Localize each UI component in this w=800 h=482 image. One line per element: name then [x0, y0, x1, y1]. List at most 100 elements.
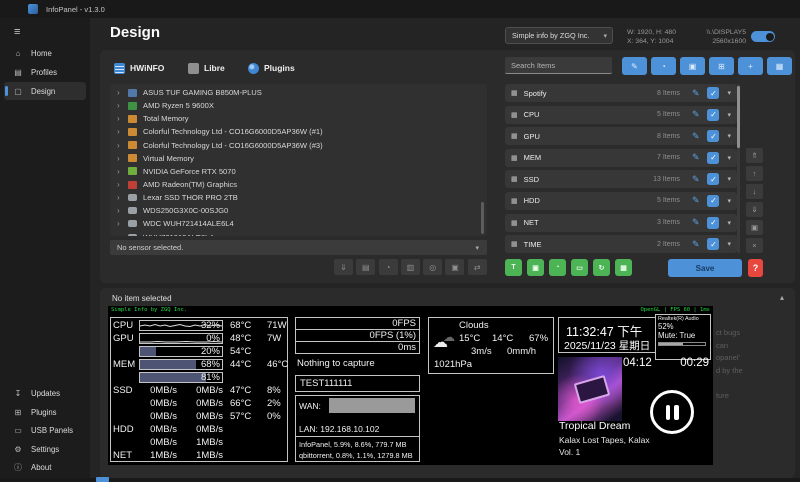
sidebar-item-settings[interactable]: ⚙ Settings [4, 440, 86, 458]
expander-icon[interactable]: › [117, 193, 126, 202]
edit-icon[interactable]: ✎ [692, 195, 700, 206]
group-row-time[interactable]: ▦ TIME 2 Items ✎ ✓ ▾ [505, 235, 737, 253]
search-input[interactable] [505, 57, 612, 74]
group-row-gpu[interactable]: ▦ GPU 8 Items ✎ ✓ ▾ [505, 127, 737, 145]
tree-item-ram2[interactable]: › Colorful Technology Ltd - CO16G6000D5A… [110, 139, 487, 152]
edit-icon[interactable]: ✎ [692, 174, 700, 185]
sidebar-item-plugins[interactable]: ⊞ Plugins [4, 403, 86, 421]
delete-button[interactable]: × [746, 238, 763, 253]
add-table-button[interactable]: ▦ [615, 259, 632, 276]
tree-item-ssd1[interactable]: › Lexar SSD THOR PRO 2TB [110, 191, 487, 204]
edit-icon[interactable]: ✎ [692, 109, 700, 120]
group-checkbox[interactable]: ✓ [707, 238, 719, 250]
add-gauge-button[interactable]: ↻ [593, 259, 610, 276]
expander-icon[interactable]: › [117, 127, 126, 136]
group-row-ssd[interactable]: ▦ SSD 13 Items ✎ ✓ ▾ [505, 170, 737, 188]
tree-item-motherboard[interactable]: › ASUS TUF GAMING B850M-PLUS [110, 86, 487, 99]
history-button[interactable]: ◔ [651, 57, 676, 75]
tab-libre[interactable]: Libre [188, 60, 225, 76]
tree-item-virtual-memory[interactable]: › Virtual Memory [110, 152, 487, 165]
sidebar-item-about[interactable]: ⓘ About [4, 458, 86, 476]
expander-icon[interactable]: › [117, 206, 126, 215]
sidebar-item-design[interactable]: ▢ Design [4, 82, 86, 100]
tree-item-amd-gpu[interactable]: › AMD Radeon(TM) Graphics [110, 178, 487, 191]
chevron-down-icon[interactable]: ▾ [727, 219, 731, 227]
image-button[interactable]: ▣ [680, 57, 705, 75]
move-up-button[interactable]: ↑ [746, 166, 763, 181]
chevron-down-icon[interactable]: ▾ [727, 240, 731, 248]
sidebar-item-profiles[interactable]: ▤ Profiles [4, 63, 86, 81]
compare-button[interactable]: ⇄ [468, 259, 487, 275]
duplicate-button[interactable]: ▣ [746, 220, 763, 235]
group-checkbox[interactable]: ✓ [707, 173, 719, 185]
expander-icon[interactable]: › [117, 88, 126, 97]
add-image-button[interactable]: ▣ [527, 259, 544, 276]
chevron-down-icon[interactable]: ▾ [727, 175, 731, 183]
tree-scrollbar[interactable] [481, 202, 484, 234]
file-button[interactable]: ▤ [356, 259, 375, 275]
chevron-down-icon[interactable]: ▾ [727, 89, 731, 97]
group-row-hdd[interactable]: ▦ HDD 5 Items ✎ ✓ ▾ [505, 192, 737, 210]
expander-icon[interactable]: › [117, 167, 126, 176]
chevron-down-icon[interactable]: ▾ [727, 197, 731, 205]
sidebar-item-updates[interactable]: ↧ Updates [4, 384, 86, 402]
expander-icon[interactable]: › [117, 233, 126, 236]
tree-item-ssd2[interactable]: › WDS250G3X0C-00SJG0 [110, 204, 487, 217]
chevron-down-icon[interactable]: ▾ [727, 154, 731, 162]
tree-item-nvidia-gpu[interactable]: › NVIDIA GeForce RTX 5070 [110, 165, 487, 178]
add-group-button[interactable]: ⊞ [709, 57, 734, 75]
menu-icon[interactable]: ≡ [14, 26, 20, 38]
image-button[interactable]: ▣ [445, 259, 464, 275]
tab-plugins[interactable]: Plugins [248, 60, 295, 76]
gauge-button[interactable]: ◎ [423, 259, 442, 275]
tree-item-total-memory[interactable]: › Total Memory [110, 112, 487, 125]
tree-item-ram1[interactable]: › Colorful Technology Ltd - CO16G6000D5A… [110, 125, 487, 138]
move-top-button[interactable]: ⇑ [746, 148, 763, 163]
tree-item-cpu[interactable]: › AMD Ryzen 5 9600X [110, 99, 487, 112]
edit-icon[interactable]: ✎ [692, 239, 700, 250]
chart-button[interactable]: ▥ [401, 259, 420, 275]
group-checkbox[interactable]: ✓ [707, 152, 719, 164]
tree-item-hdd1[interactable]: › WDC WUH721414ALE6L4 [110, 217, 487, 230]
tab-hwinfo[interactable]: HWiNFO [114, 60, 164, 76]
chevron-up-icon[interactable]: ▴ [780, 293, 784, 302]
group-checkbox[interactable]: ✓ [707, 109, 719, 121]
add-text-button[interactable]: T [505, 259, 522, 276]
profile-select[interactable]: Simple info by ZGQ Inc. ▾ [505, 27, 613, 44]
group-checkbox[interactable]: ✓ [707, 195, 719, 207]
save-button[interactable]: Save [668, 259, 742, 277]
layout-button[interactable]: ▦ [767, 57, 792, 75]
move-bottom-button[interactable]: ⇓ [746, 202, 763, 217]
display-toggle[interactable] [751, 31, 775, 42]
group-row-mem[interactable]: ▦ MEM 7 Items ✎ ✓ ▾ [505, 149, 737, 167]
add-clock-button[interactable]: ◔ [549, 259, 566, 276]
help-button[interactable]: ? [748, 259, 763, 277]
expander-icon[interactable]: › [117, 180, 126, 189]
list-scrollbar-thumb[interactable] [737, 86, 740, 148]
chevron-down-icon[interactable]: ▾ [727, 111, 731, 119]
group-checkbox[interactable]: ✓ [707, 217, 719, 229]
sidebar-item-usb-panels[interactable]: ▭ USB Panels [4, 421, 86, 439]
group-checkbox[interactable]: ✓ [707, 87, 719, 99]
move-button[interactable]: + [738, 57, 763, 75]
group-checkbox[interactable]: ✓ [707, 130, 719, 142]
edit-icon[interactable]: ✎ [692, 152, 700, 163]
clock-button[interactable]: ◔ [379, 259, 398, 275]
edit-icon[interactable]: ✎ [692, 88, 700, 99]
sidebar-item-home[interactable]: ⌂ Home [4, 44, 86, 62]
group-row-cpu[interactable]: ▦ CPU 5 Items ✎ ✓ ▾ [505, 106, 737, 124]
expander-icon[interactable]: › [117, 154, 126, 163]
rename-button[interactable]: ✎ [622, 57, 647, 75]
sensor-select[interactable]: No sensor selected. ▾ [110, 240, 487, 255]
expander-icon[interactable]: › [117, 114, 126, 123]
group-row-spotify[interactable]: ▦ Spotify 8 Items ✎ ✓ ▾ [505, 84, 737, 102]
edit-icon[interactable]: ✎ [692, 217, 700, 228]
expander-icon[interactable]: › [117, 219, 126, 228]
group-row-net[interactable]: ▦ NET 3 Items ✎ ✓ ▾ [505, 214, 737, 232]
expander-icon[interactable]: › [117, 101, 126, 110]
move-down-button[interactable]: ↓ [746, 184, 763, 199]
chevron-down-icon[interactable]: ▾ [727, 132, 731, 140]
edit-icon[interactable]: ✎ [692, 131, 700, 142]
export-button[interactable]: ⇓ [334, 259, 353, 275]
add-bar-button[interactable]: ▭ [571, 259, 588, 276]
